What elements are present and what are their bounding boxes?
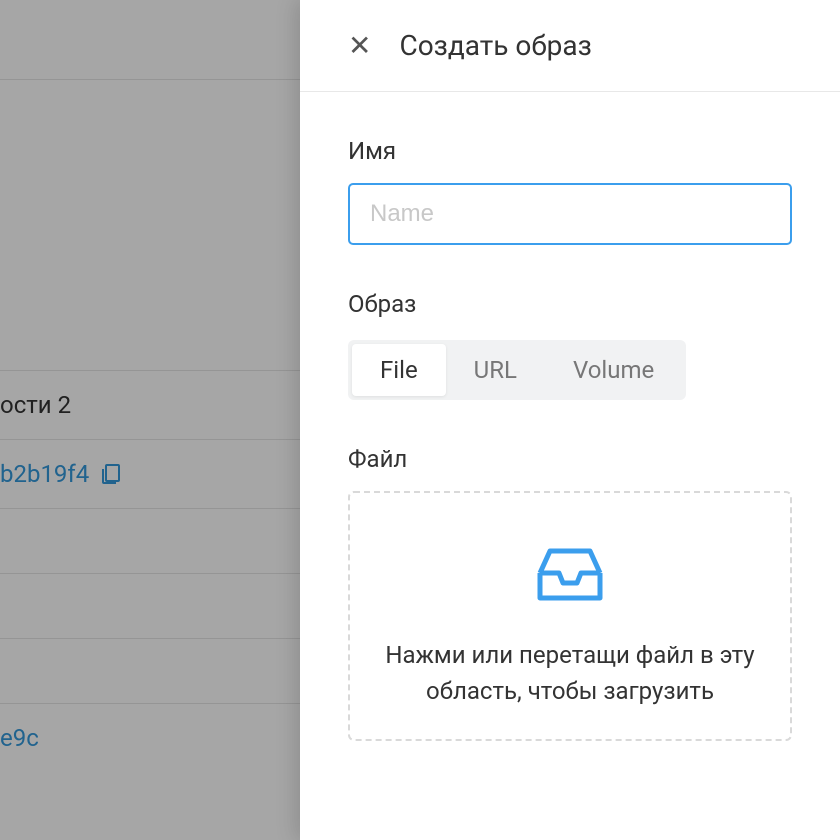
create-image-modal: ✕ Создать образ Имя Образ File URL Volum… (300, 0, 840, 840)
name-label: Имя (348, 137, 792, 165)
file-section: Файл Нажми или перетащи файл в эту облас… (348, 445, 792, 741)
tab-file[interactable]: File (352, 344, 446, 396)
modal-title: Создать образ (399, 29, 591, 62)
file-label: Файл (348, 445, 792, 473)
dropzone-text: Нажми или перетащи файл в эту область, ч… (380, 637, 760, 709)
image-label: Образ (348, 290, 792, 318)
tab-url[interactable]: URL (446, 344, 545, 396)
tab-volume[interactable]: Volume (545, 344, 682, 396)
inbox-icon (535, 543, 605, 607)
modal-body: Имя Образ File URL Volume Файл Наж (300, 92, 840, 741)
image-section: Образ File URL Volume (348, 290, 792, 400)
image-source-tabs: File URL Volume (348, 340, 686, 400)
name-input[interactable] (348, 183, 792, 245)
file-dropzone[interactable]: Нажми или перетащи файл в эту область, ч… (348, 491, 792, 741)
modal-header: ✕ Создать образ (300, 0, 840, 92)
close-icon[interactable]: ✕ (348, 32, 371, 60)
